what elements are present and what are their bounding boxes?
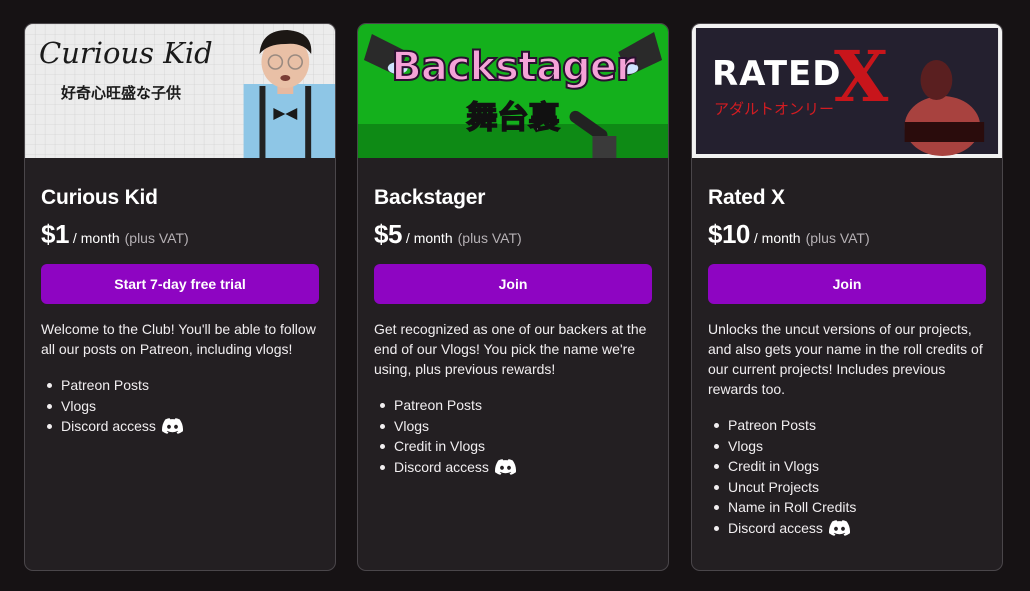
price-period: / month [72, 230, 120, 246]
join-button[interactable]: Join [374, 264, 652, 304]
tier-banner-image: RATED X アダルトオンリー [692, 24, 1002, 158]
perk-label: Discord access [61, 418, 156, 434]
price-period: / month [405, 230, 453, 246]
perk-item: Name in Roll Credits [712, 497, 986, 518]
perk-label: Patreon Posts [394, 397, 482, 413]
price-amount: $1 [41, 219, 69, 249]
perk-item: Uncut Projects [712, 477, 986, 498]
banner-title-x: X [834, 35, 889, 118]
perk-item: Vlogs [712, 436, 986, 457]
discord-icon [494, 458, 516, 475]
tier-name: Rated X [708, 186, 785, 209]
perk-label: Credit in Vlogs [728, 458, 820, 474]
perk-item: Credit in Vlogs [378, 436, 652, 457]
banner-subtitle: 好奇心旺盛な子供 [61, 84, 182, 102]
tier-list: Curious Kid 好奇心旺盛な子供 Curious Kid $1 / mo… [0, 0, 1030, 591]
tier-banner-image: Backstager 舞台裏 [358, 24, 668, 158]
price-vat: (plus VAT) [457, 230, 522, 246]
tier-name: Backstager [374, 186, 486, 209]
price-amount: $5 [374, 219, 402, 249]
perk-item: Discord access [712, 518, 986, 539]
banner-subtitle: アダルトオンリー [714, 100, 835, 118]
price-vat: (plus VAT) [124, 230, 189, 246]
perk-label: Patreon Posts [728, 417, 816, 433]
perk-label: Name in Roll Credits [728, 499, 857, 515]
perk-item: Vlogs [378, 416, 652, 437]
perk-item: Discord access [378, 457, 652, 478]
banner-title: Backstager [390, 43, 636, 91]
join-button[interactable]: Join [708, 264, 986, 304]
banner-title-text: RATED [712, 54, 842, 94]
banner-title: RATED [712, 54, 842, 94]
perk-label: Vlogs [728, 437, 764, 454]
tier-name: Curious Kid [41, 186, 158, 209]
tier-description: Unlocks the uncut versions of our projec… [708, 321, 983, 397]
tier-banner-image: Curious Kid 好奇心旺盛な子供 [25, 24, 335, 158]
perk-label: Patreon Posts [61, 377, 149, 393]
price-period: / month [753, 230, 801, 246]
perk-label: Credit in Vlogs [394, 438, 486, 454]
banner-title: Curious Kid [39, 36, 213, 70]
perk-label: Vlogs [394, 417, 430, 434]
perk-item: Credit in Vlogs [712, 456, 986, 477]
price-vat: (plus VAT) [805, 230, 870, 246]
tier-description: Get recognized as one of our backers at … [374, 321, 647, 377]
perk-item: Patreon Posts [712, 415, 986, 436]
perk-item: Discord access [45, 416, 319, 437]
tier-price: $1 / month (plus VAT) [41, 219, 319, 249]
perk-item: Patreon Posts [378, 395, 652, 416]
tier-price: $5 / month (plus VAT) [374, 219, 652, 249]
perk-list: Patreon Posts Vlogs Discord access [41, 375, 319, 437]
tier-card-backstager: Backstager 舞台裏 Backstager $5 / month (pl… [357, 23, 669, 571]
perk-label: Discord access [728, 519, 823, 536]
perk-item: Vlogs [45, 396, 319, 417]
tier-description: Welcome to the Club! You'll be able to f… [41, 321, 316, 357]
banner-subtitle: 舞台裏 [466, 99, 561, 137]
tier-card-rated-x: RATED X アダルトオンリー Rated X $10 / month (pl… [691, 23, 1003, 571]
perk-label: Discord access [394, 458, 489, 475]
tier-price: $10 / month (plus VAT) [708, 219, 986, 249]
start-free-trial-button[interactable]: Start 7-day free trial [41, 264, 319, 304]
price-amount: $10 [708, 219, 750, 249]
perk-list: Patreon Posts Vlogs Credit in Vlogs Disc… [374, 395, 652, 477]
perk-list: Patreon Posts Vlogs Credit in Vlogs Uncu… [708, 415, 986, 538]
perk-item: Patreon Posts [45, 375, 319, 396]
discord-icon [828, 519, 850, 536]
perk-label: Vlogs [61, 397, 97, 414]
perk-label: Uncut Projects [728, 478, 820, 495]
tier-card-curious-kid: Curious Kid 好奇心旺盛な子供 Curious Kid $1 / mo… [24, 23, 336, 571]
discord-icon [161, 418, 183, 435]
